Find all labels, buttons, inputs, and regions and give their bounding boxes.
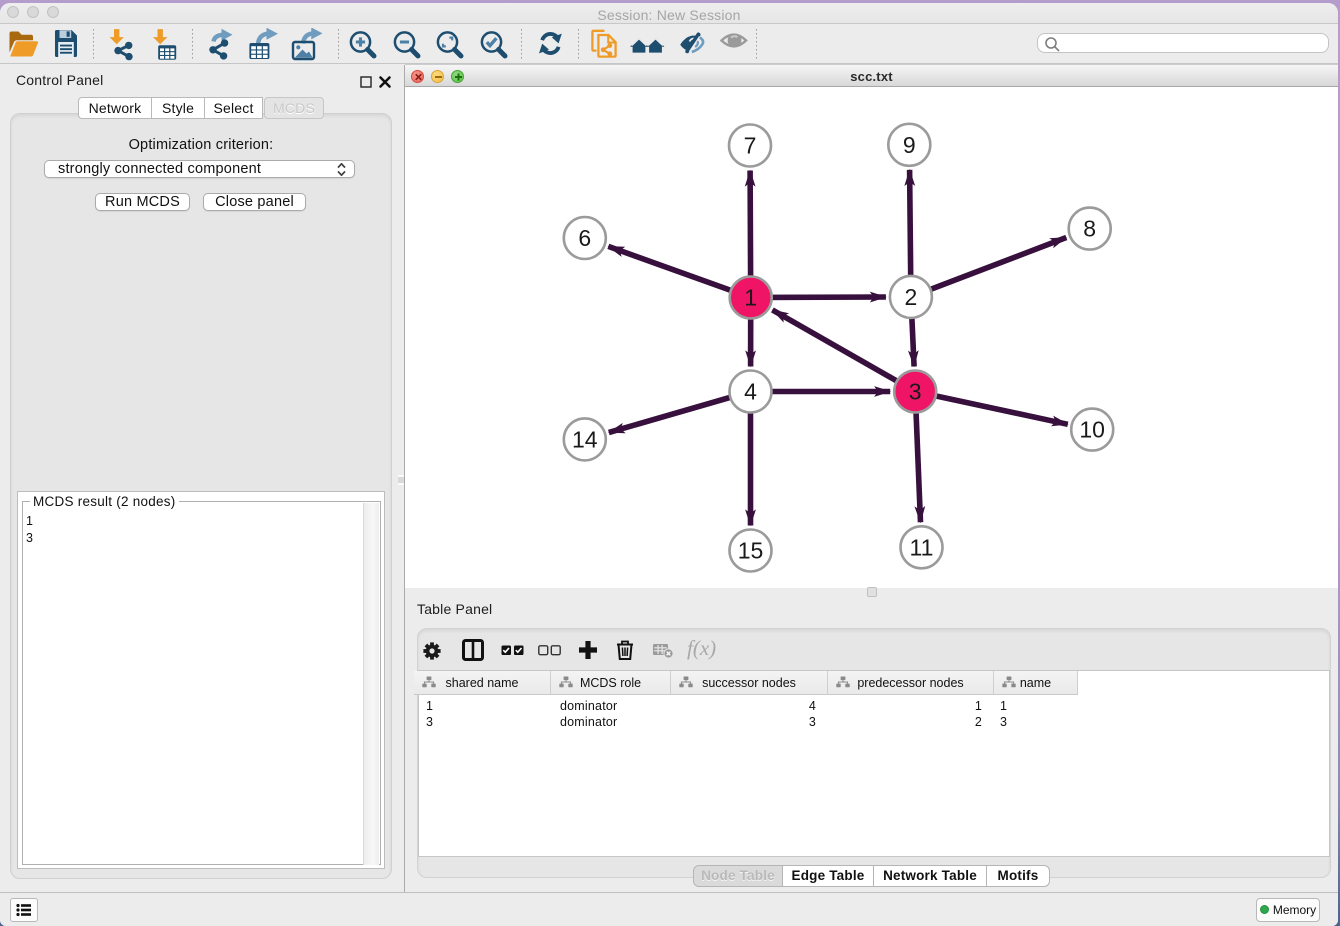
svg-text:6: 6: [578, 225, 591, 251]
svg-text:7: 7: [744, 133, 757, 159]
svg-text:4: 4: [744, 379, 757, 405]
svg-text:1: 1: [744, 285, 757, 311]
svg-text:11: 11: [910, 534, 934, 560]
svg-text:15: 15: [738, 538, 764, 564]
svg-text:2: 2: [905, 284, 918, 310]
svg-text:14: 14: [572, 426, 598, 452]
svg-text:9: 9: [903, 132, 916, 158]
svg-text:8: 8: [1083, 216, 1096, 242]
svg-text:3: 3: [909, 379, 922, 405]
svg-text:10: 10: [1079, 417, 1105, 443]
